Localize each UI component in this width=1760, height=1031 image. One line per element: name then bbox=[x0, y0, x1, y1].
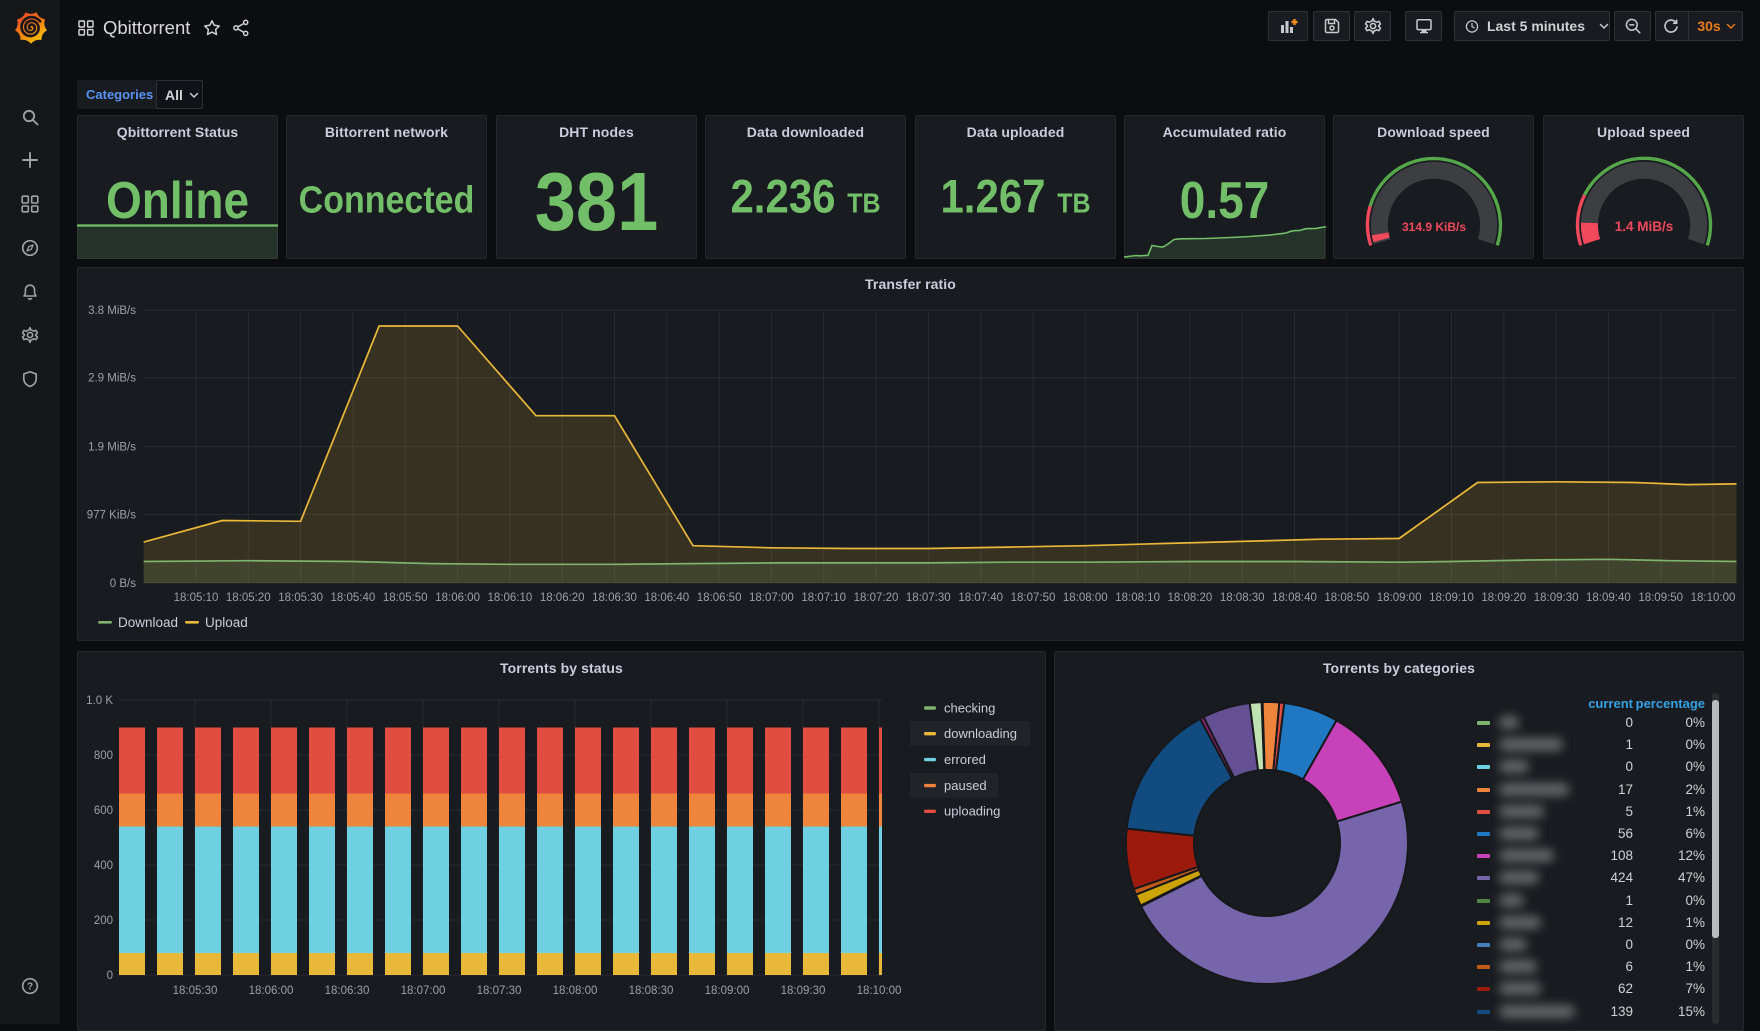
svg-text:314.9 KiB/s: 314.9 KiB/s bbox=[1402, 220, 1466, 234]
svg-text:?: ? bbox=[27, 982, 33, 993]
svg-text:1.4 MiB/s: 1.4 MiB/s bbox=[1615, 219, 1674, 234]
